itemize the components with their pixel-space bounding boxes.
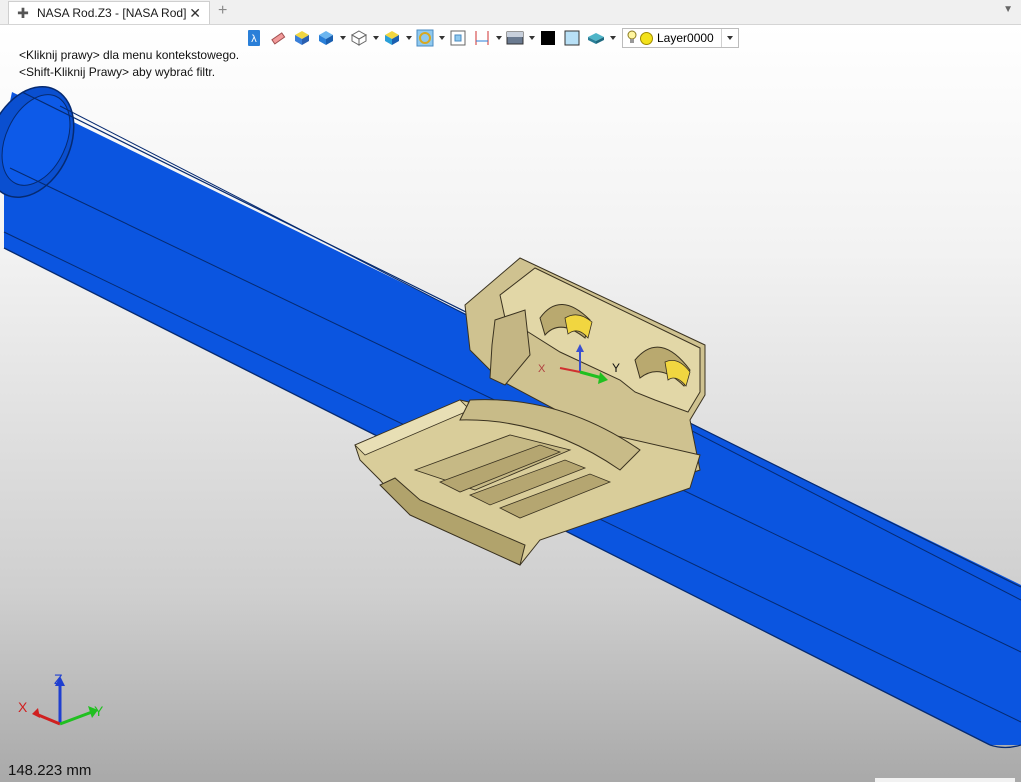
surface-material-icon[interactable] xyxy=(585,27,607,49)
document-tab-title: NASA Rod.Z3 - [NASA Rod] xyxy=(37,6,187,20)
axis-z-label: Z xyxy=(54,671,63,687)
part-triad-y-label: Y xyxy=(612,361,620,375)
circle-view-dropdown[interactable] xyxy=(438,27,445,49)
part-triad-x-label: X xyxy=(538,363,546,375)
layer-name: Layer0000 xyxy=(657,31,714,45)
background-dropdown[interactable] xyxy=(528,27,535,49)
axis-y-label: Y xyxy=(94,703,104,719)
document-tab[interactable]: ✚ NASA Rod.Z3 - [NASA Rod] ✕ xyxy=(8,1,210,24)
black-color-swatch[interactable] xyxy=(537,27,559,49)
wireframe-dropdown[interactable] xyxy=(372,27,379,49)
layer-selector[interactable]: Layer0000 xyxy=(622,28,739,48)
walk-view-icon[interactable]: λ xyxy=(243,27,265,49)
x-axis xyxy=(35,712,61,726)
surface-material-dropdown[interactable] xyxy=(609,27,616,49)
wireframe-cube-icon[interactable] xyxy=(348,27,370,49)
status-bar-corner xyxy=(875,778,1015,782)
layer-dropdown-arrow[interactable] xyxy=(721,29,738,47)
layer-active-icon[interactable] xyxy=(640,31,653,45)
plus-icon[interactable]: + xyxy=(218,2,227,20)
hint-filter: <Shift-Kliknij Prawy> aby wybrać filtr. xyxy=(19,65,216,79)
close-icon[interactable]: ✕ xyxy=(189,5,201,22)
axis-triad: X Z Y xyxy=(18,671,104,726)
light-blue-color-swatch[interactable] xyxy=(561,27,583,49)
y-axis xyxy=(59,710,93,726)
background-icon[interactable] xyxy=(504,27,526,49)
circle-view-icon[interactable] xyxy=(414,27,436,49)
tab-list-dropdown-icon[interactable]: ▼ xyxy=(1003,4,1013,15)
document-tab-strip: ✚ NASA Rod.Z3 - [NASA Rod] ✕ + ▼ xyxy=(0,0,1021,25)
status-dimension: 148.223 mm xyxy=(8,762,92,779)
axis-x-label: X xyxy=(18,699,28,715)
lightbulb-icon[interactable] xyxy=(627,30,637,47)
hint-context-menu: <Kliknij prawy> dla menu kontekstowego. xyxy=(19,48,240,62)
zoom-fit-icon[interactable] xyxy=(447,27,469,49)
section-dropdown[interactable] xyxy=(405,27,412,49)
section-cube-icon[interactable] xyxy=(381,27,403,49)
dimension-dropdown[interactable] xyxy=(495,27,502,49)
view-toolbar: λ Layer0000 xyxy=(243,26,739,50)
dimension-icon[interactable] xyxy=(471,27,493,49)
shaded-cube-dropdown[interactable] xyxy=(339,27,346,49)
shaded-cube-icon[interactable] xyxy=(315,27,337,49)
model-scene[interactable]: X Y xyxy=(0,25,1021,782)
shaded-solid-icon[interactable] xyxy=(291,27,313,49)
plus-pin-icon[interactable]: ✚ xyxy=(15,5,31,22)
3d-viewport[interactable]: X Y xyxy=(0,25,1021,782)
svg-text:λ: λ xyxy=(251,34,257,45)
eraser-icon[interactable] xyxy=(267,27,289,49)
